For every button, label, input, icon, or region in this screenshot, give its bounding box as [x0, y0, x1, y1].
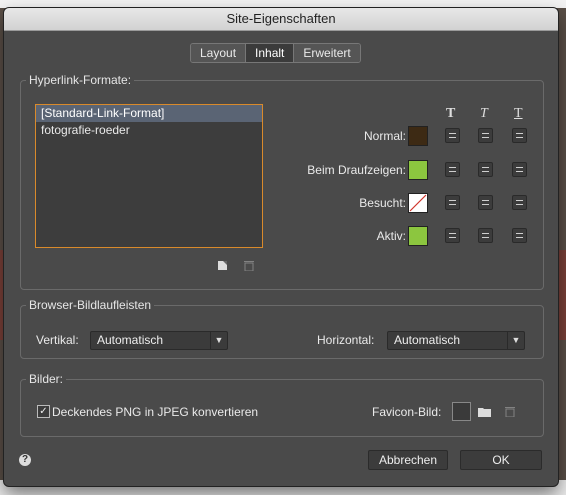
- ok-button[interactable]: OK: [460, 450, 542, 470]
- style-button-underline[interactable]: [512, 228, 527, 243]
- trash-icon: [505, 405, 515, 420]
- chevron-down-icon: ▼: [210, 332, 227, 349]
- tab-bar: Layout Inhalt Erweitert: [190, 43, 361, 63]
- style-button-italic[interactable]: [478, 228, 493, 243]
- color-swatch-normal[interactable]: [408, 126, 428, 146]
- style-button-underline[interactable]: [512, 128, 527, 143]
- cancel-button[interactable]: Abbrechen: [368, 450, 448, 470]
- state-label-hover: Beim Draufzeigen:: [307, 163, 406, 177]
- tab-erweitert[interactable]: Erweitert: [294, 44, 360, 62]
- italic-t-icon: T: [480, 106, 488, 121]
- favicon-label: Favicon-Bild:: [372, 405, 442, 419]
- style-button-bold[interactable]: [445, 128, 460, 143]
- site-properties-dialog: Site-Eigenschaften Layout Inhalt Erweite…: [4, 8, 558, 486]
- style-button-italic[interactable]: [478, 195, 493, 210]
- state-label-visited: Besucht:: [359, 196, 406, 210]
- style-button-bold[interactable]: [445, 228, 460, 243]
- vertical-label: Vertikal:: [36, 333, 79, 347]
- dialog-title: Site-Eigenschaften: [4, 8, 558, 31]
- png-to-jpeg-label: Deckendes PNG in JPEG konvertieren: [52, 405, 259, 419]
- scrollbars-title: Browser-Bildlaufleisten: [26, 298, 155, 312]
- state-label-active: Aktiv:: [376, 229, 406, 243]
- color-swatch-hover[interactable]: [408, 160, 428, 180]
- vertical-scroll-value: Automatisch: [97, 333, 164, 347]
- help-icon[interactable]: ?: [19, 454, 31, 466]
- tab-inhalt[interactable]: Inhalt: [246, 44, 295, 62]
- style-button-bold[interactable]: [445, 195, 460, 210]
- style-button-underline[interactable]: [512, 195, 527, 210]
- list-item[interactable]: fotografie-roeder: [36, 122, 262, 139]
- folder-icon[interactable]: [478, 405, 491, 420]
- hyperlink-formats-title: Hyperlink-Formate:: [26, 73, 135, 87]
- color-swatch-visited[interactable]: [408, 193, 428, 213]
- tab-layout[interactable]: Layout: [191, 44, 247, 62]
- link-format-list[interactable]: [Standard-Link-Format] fotografie-roeder: [35, 104, 263, 248]
- horizontal-label: Horizontal:: [317, 333, 375, 347]
- state-label-normal: Normal:: [363, 129, 406, 143]
- color-swatch-active[interactable]: [408, 226, 428, 246]
- trash-icon: [244, 260, 254, 274]
- backdrop-strip: [0, 0, 566, 8]
- horizontal-scroll-select[interactable]: Automatisch ▼: [387, 331, 525, 350]
- chevron-down-icon: ▼: [507, 332, 524, 349]
- style-button-italic[interactable]: [478, 128, 493, 143]
- underline-t-icon: T: [514, 106, 523, 121]
- images-title: Bilder:: [26, 372, 67, 386]
- favicon-preview[interactable]: [452, 402, 471, 421]
- list-item[interactable]: [Standard-Link-Format]: [36, 105, 262, 122]
- style-button-bold[interactable]: [445, 162, 460, 177]
- vertical-scroll-select[interactable]: Automatisch ▼: [90, 331, 228, 350]
- style-button-italic[interactable]: [478, 162, 493, 177]
- bold-t-icon: T: [446, 106, 456, 121]
- png-to-jpeg-checkbox[interactable]: ✓: [37, 405, 50, 418]
- new-item-icon[interactable]: [217, 260, 228, 274]
- style-button-underline[interactable]: [512, 162, 527, 177]
- horizontal-scroll-value: Automatisch: [394, 333, 461, 347]
